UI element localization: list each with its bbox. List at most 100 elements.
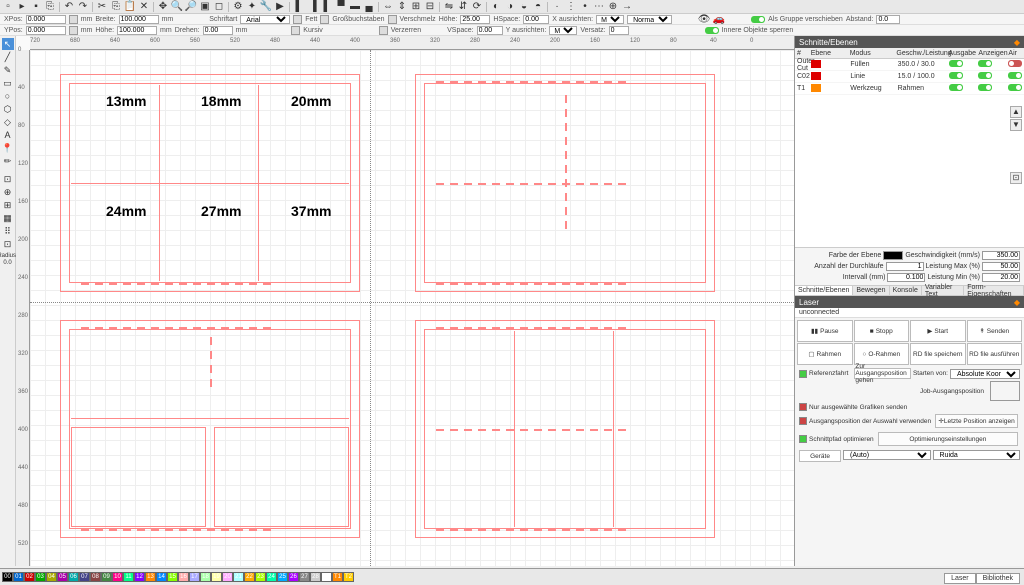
color-10[interactable]: 10 [112,572,123,582]
start-button[interactable]: ▶ Start [910,320,966,342]
paste-icon[interactable]: 📋 [124,1,136,13]
undo-icon[interactable]: ↶ [63,1,75,13]
chk3[interactable] [799,435,807,443]
lock-inner-toggle[interactable] [705,27,719,34]
uc-icon[interactable] [320,15,329,24]
array-icon[interactable]: ⋮ [565,1,577,13]
color-26[interactable]: 26 [288,572,299,582]
color-12[interactable]: 12 [134,572,145,582]
passes-input[interactable] [886,262,924,271]
layer-color-swatch[interactable] [883,251,903,260]
close-icon[interactable]: ◆ [1014,38,1020,47]
bool2-icon[interactable]: ◑ [504,1,516,13]
color-00[interactable]: 00 [2,572,13,582]
preview-icon[interactable]: ▶ [274,1,286,13]
color-21[interactable]: 21 [233,572,244,582]
color-27[interactable]: 27 [299,572,310,582]
color-05[interactable]: 05 [57,572,68,582]
color-04[interactable]: 04 [46,572,57,582]
color-17[interactable]: 17 [189,572,200,582]
bool4-icon[interactable]: ◓ [532,1,544,13]
layer-row[interactable]: C02Linie15.0 / 100.0 [795,71,1024,83]
rdsave-button[interactable]: RD file speichern [910,343,966,365]
select-tool-icon[interactable]: ↖ [2,38,14,50]
bool1-icon[interactable]: ◐ [490,1,502,13]
vspace-input[interactable] [477,26,503,35]
group-move-toggle[interactable] [751,16,765,23]
device-select[interactable]: (Auto) [843,450,931,460]
zoom-in-icon[interactable]: 🔍 [171,1,183,13]
measure-tool-icon[interactable]: ⊡ [2,238,14,250]
zoom-out-icon[interactable]: 🔎 [185,1,197,13]
align-l-icon[interactable]: ▌ [293,1,305,13]
dist-v-icon[interactable]: ⇕ [396,1,408,13]
tab-2[interactable]: Konsole [890,286,922,295]
width-input[interactable] [119,15,159,24]
tab-1[interactable]: Bewegen [853,286,889,295]
align-t-icon[interactable]: ▀ [335,1,347,13]
align-r-icon[interactable]: ▌ [321,1,333,13]
layer-row[interactable]: Outer CutFüllen350.0 / 30.0 [795,59,1024,71]
array-tool-icon[interactable]: ▦ [2,212,14,224]
settings-icon[interactable]: ⚙ [232,1,244,13]
spacing-input[interactable] [876,15,900,24]
bold-icon[interactable] [293,15,302,24]
align-b-icon[interactable]: ▄ [363,1,375,13]
rotate-icon[interactable]: ⟳ [471,1,483,13]
ypos-input[interactable] [26,26,66,35]
color-08[interactable]: 08 [90,572,101,582]
pmax-input[interactable] [982,262,1020,271]
lock-icon[interactable] [69,15,78,24]
gear-icon[interactable]: ✦ [246,1,258,13]
dist-h-icon[interactable]: ⇔ [382,1,394,13]
color-25[interactable]: 25 [277,572,288,582]
copy-icon[interactable]: ⎘ [110,1,122,13]
pencil-tool-icon[interactable]: ✏ [2,155,14,167]
marker-tool-icon[interactable]: 📍 [2,142,14,154]
layer-opts-icon[interactable]: ⊡ [1010,172,1022,184]
app-tool-icon[interactable]: ⠿ [2,225,14,237]
chk1[interactable] [799,403,807,411]
line-tool-icon[interactable]: ╱ [2,51,14,63]
more3-icon[interactable]: → [621,1,633,13]
color-01[interactable]: 01 [13,572,24,582]
tab-4[interactable]: Form-Eigenschaften [964,286,1024,295]
color-T2[interactable]: T2 [343,572,354,582]
font-ht-input[interactable] [460,15,490,24]
speed-input[interactable] [982,251,1020,260]
rect-tool-icon[interactable]: ▭ [2,77,14,89]
mirror-h-icon[interactable]: ⇋ [443,1,455,13]
ungroup-icon[interactable]: ⊟ [424,1,436,13]
tab-3[interactable]: Variabler Text [922,286,964,295]
origin-grid[interactable] [990,381,1020,401]
tab-0[interactable]: Schnitte/Ebenen [795,286,853,295]
car-icon[interactable]: 🚗 [713,13,725,25]
save-icon[interactable]: ▪ [30,1,42,13]
frame-button[interactable]: ▢ Rahmen [797,343,853,365]
zoom-fit-icon[interactable]: ▣ [199,1,211,13]
optimize-button[interactable]: Optimierungseinstellungen [878,432,1018,446]
color-20[interactable]: 20 [222,572,233,582]
bool3-icon[interactable]: ◒ [518,1,530,13]
delete-icon[interactable]: ✕ [138,1,150,13]
color-14[interactable]: 14 [156,572,167,582]
align-m-icon[interactable]: ▬ [349,1,361,13]
design-panel-2[interactable] [415,74,715,292]
rdrun-button[interactable]: RD file ausführen [967,343,1023,365]
start-from-select[interactable]: Absolute Koordinaten [950,369,1020,379]
pmin-input[interactable] [982,273,1020,282]
rot-input[interactable] [203,26,233,35]
pan-icon[interactable]: ✥ [157,1,169,13]
color-19[interactable]: 19 [211,572,222,582]
more1-icon[interactable]: ⋯ [593,1,605,13]
normal-select[interactable]: Normal [627,15,672,24]
tools-icon[interactable]: 🔧 [260,1,272,13]
design-panel-1[interactable]: 13mm 18mm 20mm 24mm 27mm 37mm [60,74,360,292]
tab-laser[interactable]: Laser [944,573,976,584]
color-22[interactable]: 22 [244,572,255,582]
cut-icon[interactable]: ✂ [96,1,108,13]
grid-tool-icon[interactable]: ⊞ [2,199,14,211]
weld-icon[interactable] [388,15,397,24]
controller-select[interactable]: Ruida [933,450,1021,460]
devices-button[interactable]: Geräte [799,450,841,462]
